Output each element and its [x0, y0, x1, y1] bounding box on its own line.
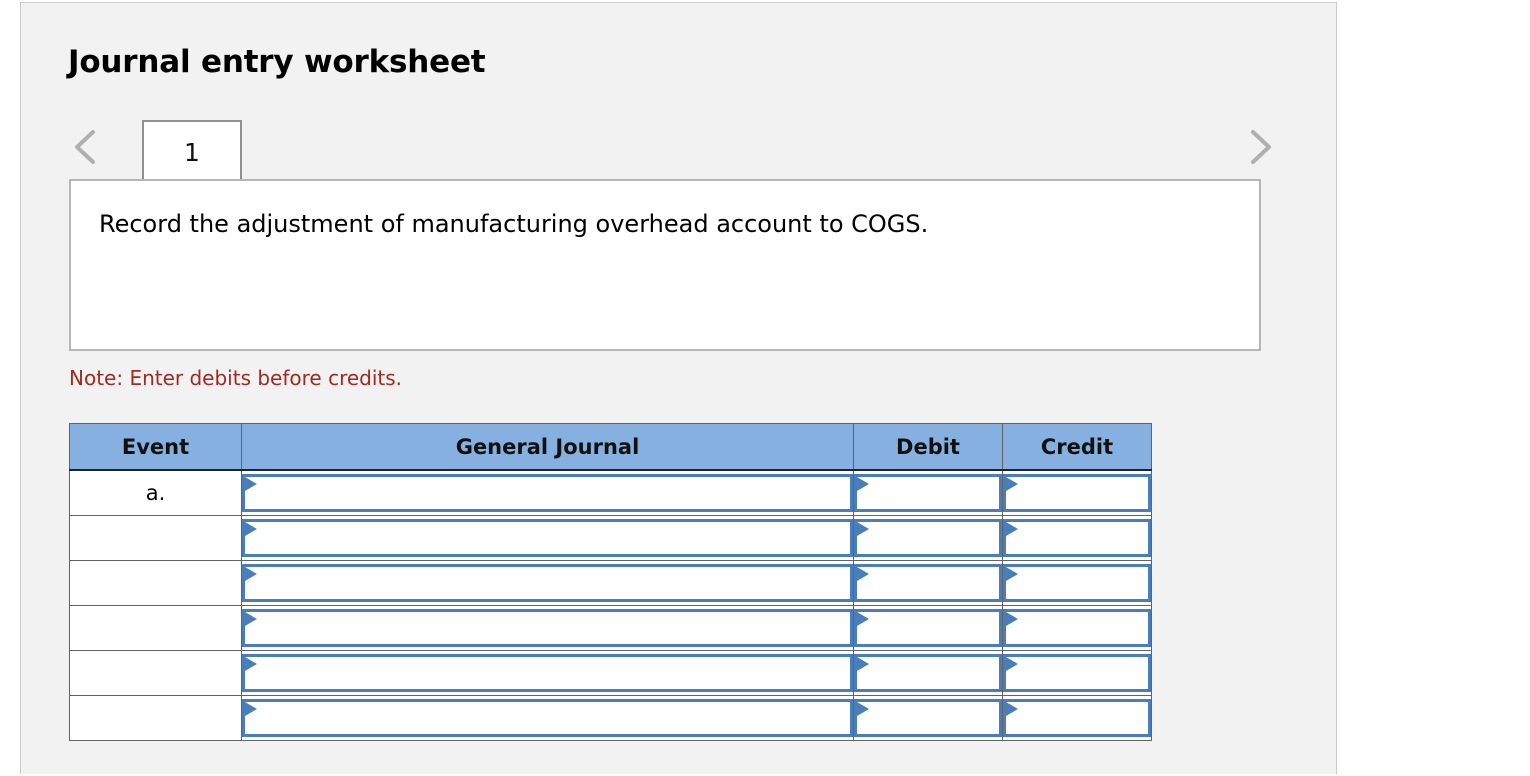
- general-journal-input[interactable]: [242, 474, 853, 512]
- credit-cell[interactable]: [1002, 695, 1152, 741]
- note-text: Note: Enter debits before credits.: [69, 366, 403, 390]
- column-header-debit: Debit: [853, 423, 1003, 471]
- table-row: [69, 695, 1152, 741]
- chevron-left-icon[interactable]: [69, 125, 103, 169]
- general-journal-cell[interactable]: [241, 695, 854, 741]
- debit-cell[interactable]: [853, 469, 1003, 516]
- credit-input[interactable]: [1003, 654, 1151, 692]
- debit-cell[interactable]: [853, 695, 1003, 741]
- credit-cell[interactable]: [1002, 515, 1152, 561]
- debit-cell[interactable]: [853, 515, 1003, 561]
- column-header-credit: Credit: [1002, 423, 1152, 471]
- column-header-general-journal: General Journal: [241, 423, 854, 471]
- column-header-event: Event: [69, 423, 242, 471]
- table-row: [69, 515, 1152, 561]
- general-journal-input[interactable]: [242, 609, 853, 647]
- general-journal-cell[interactable]: [241, 605, 854, 651]
- credit-cell[interactable]: [1002, 605, 1152, 651]
- chevron-right-icon[interactable]: [1243, 125, 1277, 169]
- event-cell: [69, 650, 242, 696]
- general-journal-input[interactable]: [242, 699, 853, 737]
- journal-entry-table: Event General Journal Debit Credit a.: [69, 423, 1152, 741]
- page-title: Journal entry worksheet: [68, 44, 486, 80]
- credit-cell[interactable]: [1002, 560, 1152, 606]
- event-cell: a.: [69, 469, 242, 516]
- general-journal-input[interactable]: [242, 564, 853, 602]
- credit-input[interactable]: [1003, 564, 1151, 602]
- credit-input[interactable]: [1003, 519, 1151, 557]
- general-journal-cell[interactable]: [241, 469, 854, 516]
- journal-entry-panel: Journal entry worksheet 1 Record the adj…: [20, 2, 1337, 774]
- credit-cell[interactable]: [1002, 650, 1152, 696]
- event-cell: [69, 605, 242, 651]
- credit-input[interactable]: [1003, 699, 1151, 737]
- credit-cell[interactable]: [1002, 469, 1152, 516]
- general-journal-cell[interactable]: [241, 650, 854, 696]
- debit-cell[interactable]: [853, 560, 1003, 606]
- table-row: [69, 650, 1152, 696]
- table-header-row: Event General Journal Debit Credit: [69, 423, 1152, 471]
- general-journal-input[interactable]: [242, 519, 853, 557]
- debit-input[interactable]: [854, 519, 1002, 557]
- instruction-box: Record the adjustment of manufacturing o…: [69, 179, 1261, 351]
- tab-label: 1: [184, 138, 200, 167]
- table-row: a.: [69, 469, 1152, 516]
- instruction-text: Record the adjustment of manufacturing o…: [99, 210, 929, 238]
- general-journal-input[interactable]: [242, 654, 853, 692]
- general-journal-cell[interactable]: [241, 515, 854, 561]
- debit-input[interactable]: [854, 699, 1002, 737]
- event-cell: [69, 560, 242, 606]
- debit-input[interactable]: [854, 564, 1002, 602]
- debit-input[interactable]: [854, 474, 1002, 512]
- debit-cell[interactable]: [853, 650, 1003, 696]
- debit-cell[interactable]: [853, 605, 1003, 651]
- debit-input[interactable]: [854, 654, 1002, 692]
- event-cell: [69, 695, 242, 741]
- credit-input[interactable]: [1003, 474, 1151, 512]
- event-cell: [69, 515, 242, 561]
- table-row: [69, 605, 1152, 651]
- debit-input[interactable]: [854, 609, 1002, 647]
- table-row: [69, 560, 1152, 606]
- credit-input[interactable]: [1003, 609, 1151, 647]
- general-journal-cell[interactable]: [241, 560, 854, 606]
